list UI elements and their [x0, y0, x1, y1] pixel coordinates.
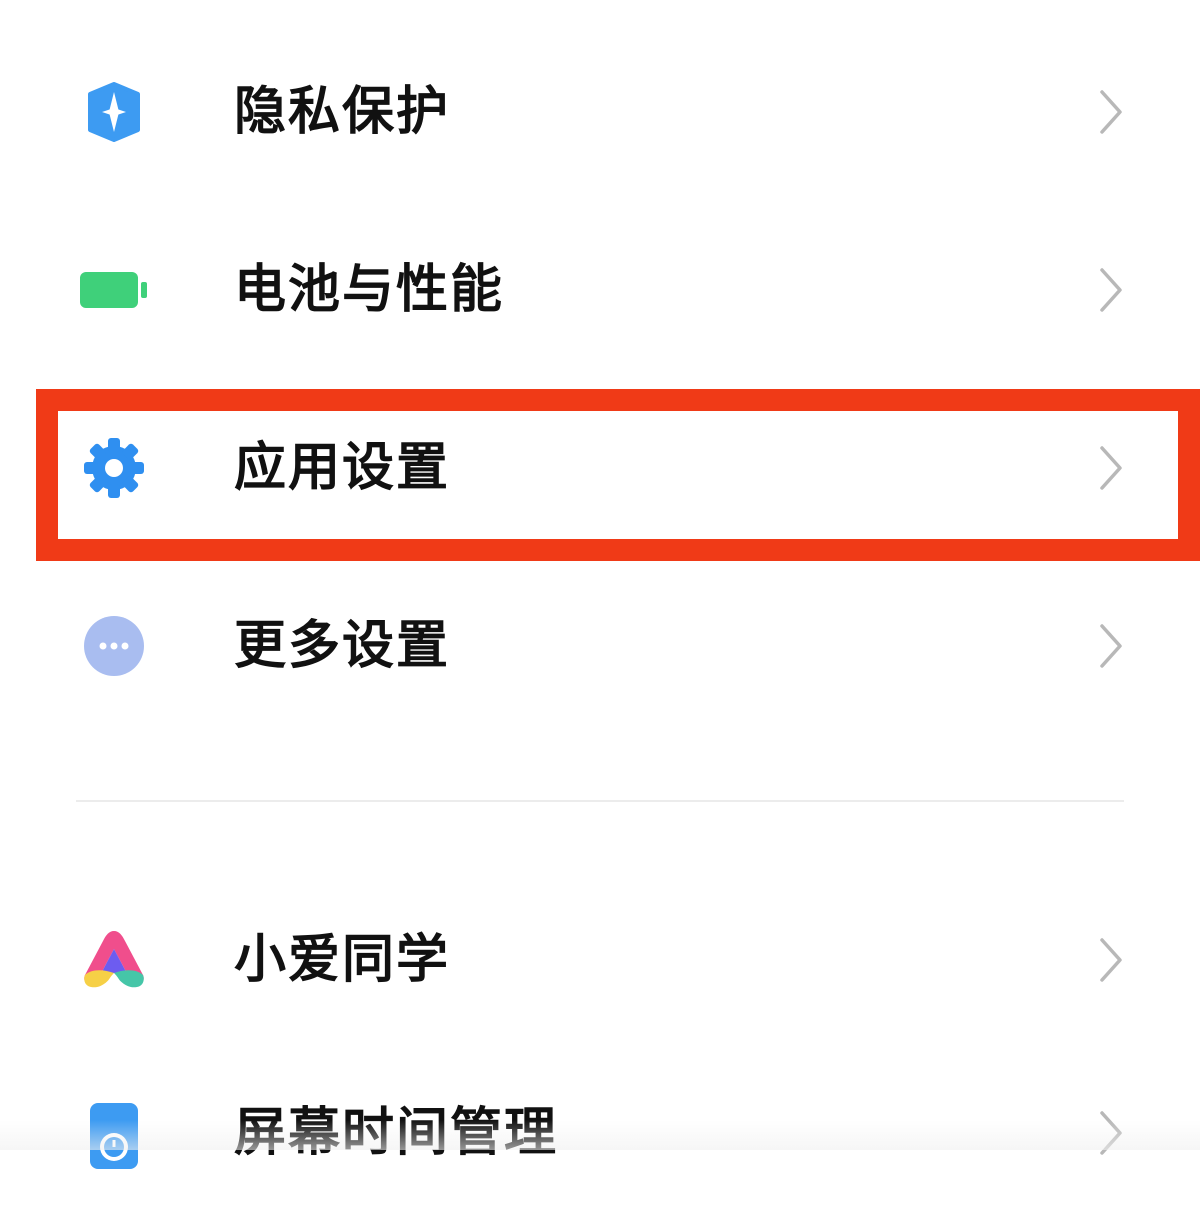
chevron-right-icon [1100, 90, 1122, 134]
settings-item-label: 屏幕时间管理 [234, 1103, 559, 1163]
settings-item-label: 隐私保护 [234, 82, 451, 142]
settings-item-app-settings[interactable]: 应用设置 [0, 393, 1200, 543]
settings-item-label: 电池与性能 [234, 260, 505, 320]
xiaoai-assistant-icon [76, 922, 152, 998]
settings-item-xiaoai[interactable]: 小爱同学 [0, 885, 1200, 1035]
chevron-right-icon [1100, 268, 1122, 312]
screen-time-icon [76, 1095, 152, 1171]
settings-item-label: 应用设置 [234, 438, 451, 498]
chevron-right-icon [1100, 938, 1122, 982]
settings-item-more-settings[interactable]: 更多设置 [0, 571, 1200, 721]
more-dots-icon [76, 608, 152, 684]
privacy-shield-icon [76, 74, 152, 150]
gear-icon [76, 430, 152, 506]
battery-icon [76, 252, 152, 328]
section-divider [76, 800, 1124, 802]
settings-item-screen-time[interactable]: 屏幕时间管理 [0, 1058, 1200, 1208]
chevron-right-icon [1100, 624, 1122, 668]
settings-item-privacy[interactable]: 隐私保护 [0, 37, 1200, 187]
chevron-right-icon [1100, 446, 1122, 490]
settings-item-label: 更多设置 [234, 616, 451, 676]
settings-item-battery[interactable]: 电池与性能 [0, 215, 1200, 365]
settings-item-label: 小爱同学 [234, 930, 451, 990]
chevron-right-icon [1100, 1111, 1122, 1155]
